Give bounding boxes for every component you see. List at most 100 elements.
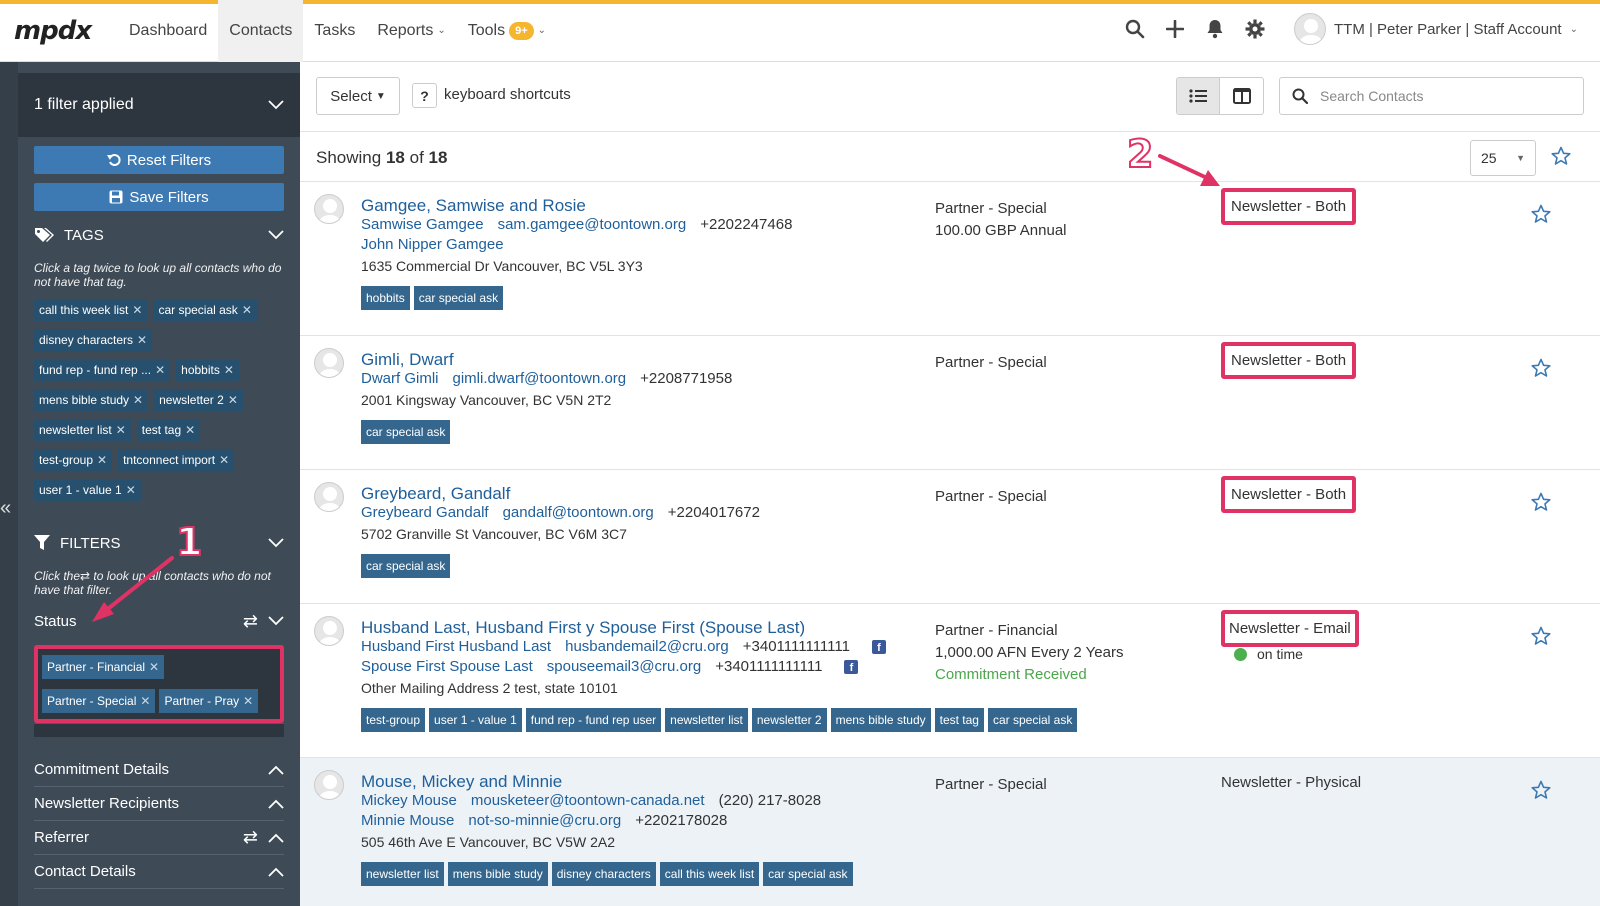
per-page-select[interactable]: 25 ▼: [1470, 140, 1536, 176]
tag-chip[interactable]: user 1 - value 1 ✕: [34, 479, 141, 501]
double-chevron-left-icon[interactable]: «: [0, 497, 11, 520]
commitment-details-filter[interactable]: Commitment Details: [34, 753, 284, 787]
tag-chip[interactable]: mens bible study: [830, 708, 931, 732]
tag-chip[interactable]: car special ask: [763, 862, 853, 886]
close-icon[interactable]: ✕: [243, 694, 253, 708]
close-icon[interactable]: ✕: [97, 453, 107, 467]
nav-contacts[interactable]: Contacts: [218, 0, 304, 62]
contact-name-link[interactable]: Gimli, Dwarf: [361, 350, 454, 370]
contact-details-filter[interactable]: Contact Details: [34, 855, 284, 889]
phone-number[interactable]: +3401111111111: [715, 658, 822, 675]
tag-chip[interactable]: call this week list: [659, 862, 760, 886]
plus-icon[interactable]: [1165, 16, 1185, 42]
reset-filters-button[interactable]: Reset Filters: [34, 146, 284, 174]
swap-icon[interactable]: ⇄: [243, 611, 258, 632]
tag-chip[interactable]: test tag: [934, 708, 984, 732]
tag-chip[interactable]: car special ask ✕: [153, 299, 257, 321]
contact-name-link[interactable]: Greybeard, Gandalf: [361, 484, 510, 504]
person-link[interactable]: John Nipper Gamgee: [361, 236, 504, 253]
tag-chip[interactable]: car special ask: [987, 708, 1078, 732]
tag-chip[interactable]: mens bible study: [447, 862, 548, 886]
status-chip[interactable]: Partner - Pray ✕: [159, 689, 259, 713]
contact-row[interactable]: Greybeard, Gandalf Greybeard Gandalf gan…: [300, 470, 1600, 604]
tag-chip[interactable]: test tag ✕: [136, 419, 201, 441]
contact-name-link[interactable]: Gamgee, Samwise and Rosie: [361, 196, 586, 216]
search-icon[interactable]: [1125, 16, 1145, 42]
person-link[interactable]: Dwarf Gimli: [361, 370, 439, 387]
tag-chip[interactable]: hobbits ✕: [176, 359, 239, 381]
list-view-button[interactable]: [1177, 78, 1221, 114]
star-icon[interactable]: [1531, 626, 1551, 651]
person-link[interactable]: Greybeard Gandalf: [361, 504, 489, 521]
tag-chip[interactable]: mens bible study ✕: [34, 389, 149, 411]
close-icon[interactable]: ✕: [140, 694, 150, 708]
tag-chip[interactable]: newsletter list ✕: [34, 419, 131, 441]
person-link[interactable]: Mickey Mouse: [361, 792, 457, 809]
phone-number[interactable]: +2202178028: [635, 812, 727, 829]
tag-chip[interactable]: user 1 - value 1: [429, 708, 522, 732]
nav-tasks[interactable]: Tasks: [303, 0, 366, 62]
email-link[interactable]: spouseemail3@cru.org: [547, 658, 701, 675]
filters-section-header[interactable]: FILTERS: [18, 525, 300, 561]
person-link[interactable]: Husband First Husband Last: [361, 638, 551, 655]
contact-name-link[interactable]: Mouse, Mickey and Minnie: [361, 772, 562, 792]
column-view-button[interactable]: [1220, 78, 1263, 114]
contact-name-link[interactable]: Husband Last, Husband First y Spouse Fir…: [361, 618, 805, 638]
email-link[interactable]: gandalf@toontown.org: [503, 504, 654, 521]
star-icon[interactable]: [1531, 780, 1551, 805]
tag-chip[interactable]: newsletter list: [665, 708, 748, 732]
contact-row[interactable]: Mouse, Mickey and Minnie Mickey Mouse mo…: [300, 758, 1600, 906]
tag-chip[interactable]: fund rep - fund rep ... ✕: [34, 359, 171, 381]
contact-row[interactable]: Gimli, Dwarf Dwarf Gimli gimli.dwarf@too…: [300, 336, 1600, 470]
email-link[interactable]: gimli.dwarf@toontown.org: [453, 370, 627, 387]
tag-chip[interactable]: disney characters ✕: [34, 329, 153, 351]
keyboard-shortcuts-link[interactable]: keyboard shortcuts: [444, 86, 571, 103]
swap-icon[interactable]: ⇄: [243, 827, 258, 848]
search-input[interactable]: [1320, 88, 1560, 104]
status-chip[interactable]: Partner - Financial ✕: [42, 655, 165, 679]
tag-chip[interactable]: car special ask: [361, 554, 451, 578]
gear-icon[interactable]: [1245, 16, 1265, 42]
facebook-icon[interactable]: f: [844, 659, 859, 674]
newsletter-recipients-filter[interactable]: Newsletter Recipients: [34, 787, 284, 821]
close-icon[interactable]: ✕: [132, 303, 142, 317]
star-icon[interactable]: [1531, 358, 1551, 383]
sidebar-collapse-strip[interactable]: «: [0, 62, 18, 906]
person-link[interactable]: Minnie Mouse: [361, 812, 454, 829]
nav-dashboard[interactable]: Dashboard: [118, 0, 218, 62]
close-icon[interactable]: ✕: [242, 303, 252, 317]
tags-section-header[interactable]: TAGS: [18, 217, 300, 253]
close-icon[interactable]: ✕: [228, 393, 238, 407]
nav-tools[interactable]: Tools 9+ ⌄: [457, 0, 557, 62]
close-icon[interactable]: ✕: [219, 453, 229, 467]
tag-chip[interactable]: car special ask: [413, 286, 504, 310]
email-link[interactable]: sam.gamgee@toontown.org: [498, 216, 687, 233]
email-link[interactable]: not-so-minnie@cru.org: [468, 812, 621, 829]
save-filters-button[interactable]: Save Filters: [34, 183, 284, 211]
email-link[interactable]: mousketeer@toontown-canada.net: [471, 792, 705, 809]
keyboard-shortcuts-key[interactable]: ?: [412, 83, 437, 108]
close-icon[interactable]: ✕: [126, 483, 136, 497]
close-icon[interactable]: ✕: [155, 363, 165, 377]
status-filter-header[interactable]: Status ⇄: [18, 603, 300, 639]
tag-chip[interactable]: disney characters: [551, 862, 656, 886]
tag-chip[interactable]: newsletter list: [361, 862, 444, 886]
close-icon[interactable]: ✕: [224, 363, 234, 377]
tag-chip[interactable]: call this week list ✕: [34, 299, 148, 321]
phone-number[interactable]: +3401111111111: [743, 638, 850, 655]
person-link[interactable]: Spouse First Spouse Last: [361, 658, 533, 675]
contact-row[interactable]: Husband Last, Husband First y Spouse Fir…: [300, 604, 1600, 758]
tag-chip[interactable]: car special ask: [361, 420, 451, 444]
tag-chip[interactable]: test-group ✕: [34, 449, 113, 471]
tag-chip[interactable]: hobbits: [361, 286, 410, 310]
phone-number[interactable]: +2208771958: [640, 370, 732, 387]
tag-chip[interactable]: test-group: [361, 708, 426, 732]
tag-chip[interactable]: fund rep - fund rep user: [525, 708, 662, 732]
star-icon[interactable]: [1531, 204, 1551, 229]
close-icon[interactable]: ✕: [185, 423, 195, 437]
person-link[interactable]: Samwise Gamgee: [361, 216, 484, 233]
account-menu[interactable]: TTM | Peter Parker | Staff Account ⌄: [1294, 13, 1578, 45]
tag-chip[interactable]: tntconnect import ✕: [118, 449, 235, 471]
phone-number[interactable]: +2204017672: [668, 504, 760, 521]
filters-applied-header[interactable]: 1 filter applied: [18, 73, 300, 137]
